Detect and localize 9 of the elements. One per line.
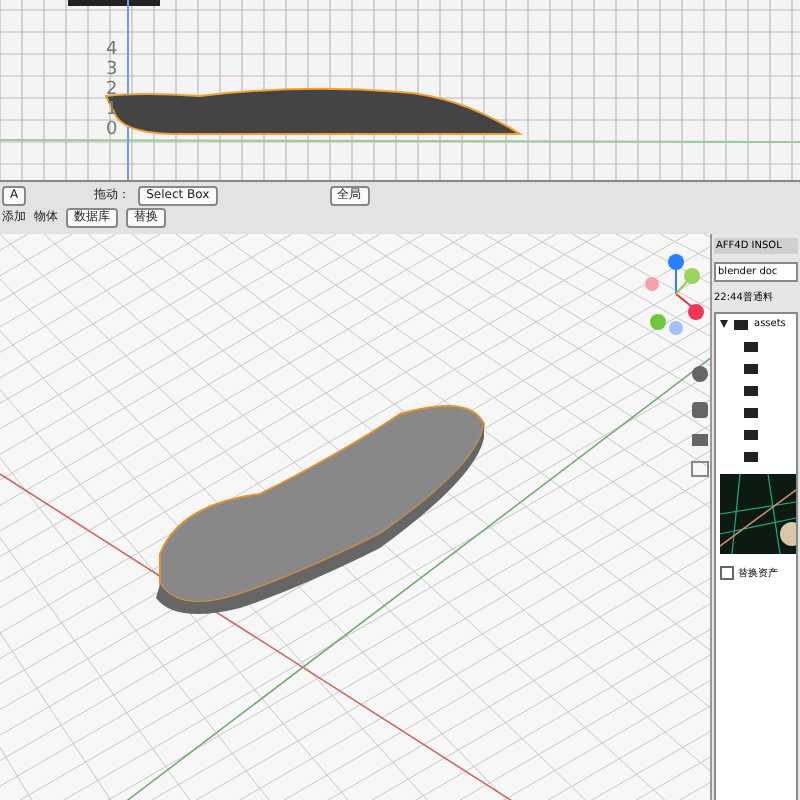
caret-icon[interactable] bbox=[720, 320, 728, 328]
axis-label: 4 bbox=[106, 40, 118, 60]
axis-label: 3 bbox=[106, 60, 118, 80]
axis-label: 0 bbox=[106, 120, 118, 140]
header-bar bbox=[68, 0, 160, 6]
axis-label: 2 bbox=[106, 80, 118, 100]
checkbox[interactable] bbox=[720, 566, 734, 580]
axis-label: 1 bbox=[106, 100, 118, 120]
gizmo-drawing bbox=[645, 254, 704, 335]
